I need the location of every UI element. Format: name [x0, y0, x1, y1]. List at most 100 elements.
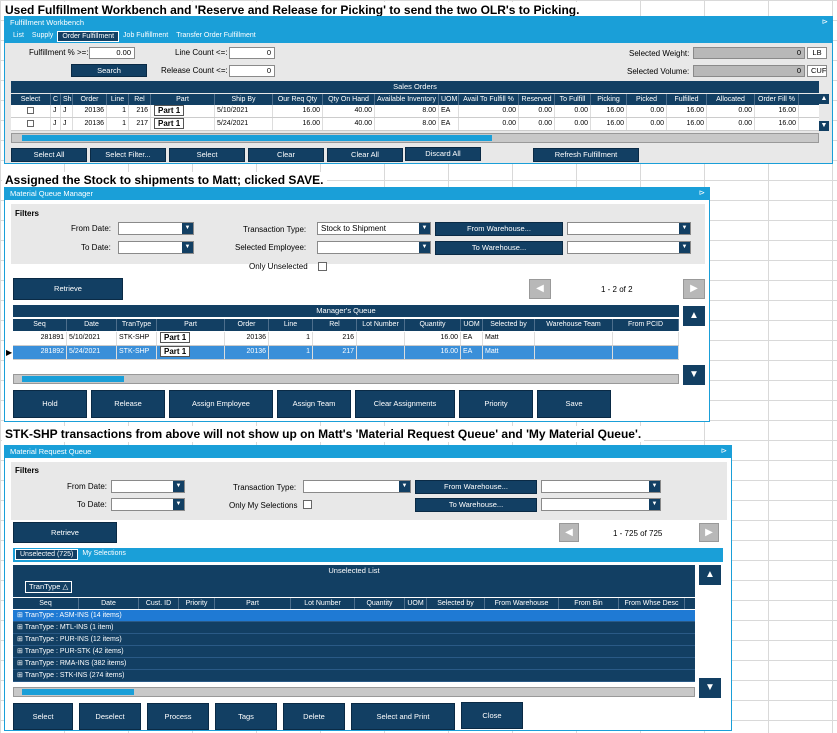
select-button[interactable]: Select: [169, 148, 245, 162]
search-button[interactable]: Search: [71, 64, 147, 77]
queue-row-selected[interactable]: 281892 5/24/2021 STK-SHP Part 1 20136 1 217 1…: [13, 346, 679, 360]
select-and-print-button[interactable]: Select and Print: [351, 703, 455, 730]
queue-row[interactable]: 281891 5/10/2021 STK-SHP Part 1 20136 1 216 1…: [13, 332, 679, 346]
chevron-down-icon[interactable]: ▼: [419, 223, 430, 234]
expand-icon[interactable]: ⊞: [17, 624, 23, 631]
to-date-picker[interactable]: ▼: [111, 498, 185, 511]
group-row[interactable]: ⊞ TranType : MTL-INS (1 item): [13, 622, 695, 634]
group-row[interactable]: ⊞ TranType : STK-INS (274 items): [13, 670, 695, 682]
to-warehouse-button[interactable]: To Warehouse...: [415, 498, 537, 512]
expand-icon[interactable]: ⊞: [17, 648, 23, 655]
assign-employee-button[interactable]: Assign Employee: [169, 390, 273, 418]
tab-unselected[interactable]: Unselected (725): [15, 549, 79, 560]
expand-icon[interactable]: ⊞: [17, 636, 23, 643]
line-count-input[interactable]: 0: [229, 47, 275, 59]
only-unselected-checkbox[interactable]: [318, 262, 327, 271]
select-checkbox[interactable]: [27, 119, 34, 127]
chevron-down-icon[interactable]: ▼: [649, 499, 660, 510]
retrieve-button[interactable]: Retrieve: [13, 278, 123, 300]
select-checkbox[interactable]: [27, 106, 34, 114]
transaction-type-select[interactable]: ▼: [303, 480, 411, 493]
next-page-button[interactable]: ▶: [683, 279, 705, 299]
caption-2: Assigned the Stock to shipments to Matt;…: [2, 172, 327, 188]
tab-order-fulfillment[interactable]: Order Fulfillment: [57, 31, 120, 42]
expand-icon[interactable]: ⊞: [17, 672, 23, 679]
clear-assignments-button[interactable]: Clear Assignments: [355, 390, 455, 418]
release-button[interactable]: Release: [91, 390, 165, 418]
tab-transfer-order-fulfillment[interactable]: Transfer Order Fulfillment: [172, 31, 259, 42]
scroll-down-icon[interactable]: ▼: [683, 365, 705, 385]
queue-horizontal-scrollbar[interactable]: [13, 374, 679, 384]
only-my-selections-checkbox[interactable]: [303, 500, 312, 509]
chevron-down-icon[interactable]: ▼: [173, 499, 184, 510]
tab-job-fulfillment[interactable]: Job Fulfillment: [119, 31, 172, 42]
group-chip-trantype[interactable]: TranType △: [25, 581, 73, 593]
selected-employee-select[interactable]: ▼: [317, 241, 431, 254]
pin-icon[interactable]: ⊳: [822, 17, 828, 27]
group-row[interactable]: ⊞ TranType : PUR-STK (42 items): [13, 646, 695, 658]
hold-button[interactable]: Hold: [13, 390, 87, 418]
previous-page-button[interactable]: ◀: [529, 279, 551, 299]
pin-icon[interactable]: ⊳: [721, 446, 727, 456]
release-count-input[interactable]: 0: [229, 65, 275, 77]
scroll-up-icon[interactable]: ▲: [819, 94, 829, 104]
to-warehouse-button[interactable]: To Warehouse...: [435, 241, 563, 255]
selected-volume-label: Selected Volume:: [627, 67, 690, 76]
unselected-list-horizontal-scrollbar[interactable]: [13, 687, 695, 697]
pin-icon[interactable]: ⊳: [699, 188, 705, 198]
transaction-type-select[interactable]: Stock to Shipment ▼: [317, 222, 431, 235]
fulfillment-pct-input[interactable]: 0.00: [89, 47, 135, 59]
from-warehouse-select[interactable]: ▼: [567, 222, 691, 235]
chevron-down-icon[interactable]: ▼: [399, 481, 410, 492]
expand-icon[interactable]: ⊞: [17, 612, 23, 619]
process-button[interactable]: Process: [147, 703, 209, 730]
tab-supply[interactable]: Supply: [28, 31, 57, 42]
chevron-down-icon[interactable]: ▼: [679, 223, 690, 234]
chevron-down-icon[interactable]: ▼: [419, 242, 430, 253]
clear-button[interactable]: Clear: [248, 148, 324, 162]
retrieve-button[interactable]: Retrieve: [13, 522, 117, 543]
clear-all-button[interactable]: Clear All: [327, 148, 403, 162]
assign-team-button[interactable]: Assign Team: [277, 390, 351, 418]
save-button[interactable]: Save: [537, 390, 611, 418]
from-warehouse-select[interactable]: ▼: [541, 480, 661, 493]
tab-list[interactable]: List: [9, 31, 28, 42]
refresh-fulfillment-button[interactable]: Refresh Fulfillment: [533, 148, 639, 162]
chevron-down-icon[interactable]: ▼: [173, 481, 184, 492]
chevron-down-icon[interactable]: ▼: [649, 481, 660, 492]
scroll-down-icon[interactable]: ▼: [819, 121, 829, 131]
scroll-up-icon[interactable]: ▲: [699, 565, 721, 585]
chevron-down-icon[interactable]: ▼: [182, 242, 193, 253]
group-row[interactable]: ⊞ TranType : RMA-INS (382 items): [13, 658, 695, 670]
scroll-down-icon[interactable]: ▼: [699, 678, 721, 698]
chevron-left-icon: ◀: [536, 283, 544, 294]
sales-order-row[interactable]: JJ 20136 1 217 Part 1 5/24/2021 16.00 40.00 8…: [11, 118, 819, 131]
deselect-button[interactable]: Deselect: [79, 703, 141, 730]
expand-icon[interactable]: ⊞: [17, 660, 23, 667]
from-date-picker[interactable]: ▼: [118, 222, 194, 235]
sales-orders-horizontal-scrollbar[interactable]: [11, 133, 819, 143]
discard-all-button[interactable]: Discard All: [405, 147, 481, 161]
next-page-button[interactable]: ▶: [699, 523, 719, 542]
select-all-button[interactable]: Select All: [11, 148, 87, 162]
scroll-up-icon[interactable]: ▲: [683, 306, 705, 326]
select-button[interactable]: Select: [13, 703, 73, 730]
from-date-picker[interactable]: ▼: [111, 480, 185, 493]
to-warehouse-select[interactable]: ▼: [541, 498, 661, 511]
from-warehouse-button[interactable]: From Warehouse...: [435, 222, 563, 236]
sales-order-row[interactable]: JJ 20136 1 216 Part 1 5/10/2021 16.00 40.00 8…: [11, 105, 819, 118]
chevron-down-icon[interactable]: ▼: [182, 223, 193, 234]
group-row[interactable]: ⊞ TranType : PUR-INS (12 items): [13, 634, 695, 646]
previous-page-button[interactable]: ◀: [559, 523, 579, 542]
chevron-down-icon[interactable]: ▼: [679, 242, 690, 253]
from-warehouse-button[interactable]: From Warehouse...: [415, 480, 537, 494]
select-filter-button[interactable]: Select Filter...: [90, 148, 166, 162]
tab-my-selections[interactable]: My Selections: [78, 549, 130, 560]
priority-button[interactable]: Priority: [459, 390, 533, 418]
group-row[interactable]: ⊞ TranType : ASM-INS (14 items): [13, 610, 695, 622]
tags-button[interactable]: Tags: [215, 703, 277, 730]
to-date-picker[interactable]: ▼: [118, 241, 194, 254]
delete-button[interactable]: Delete: [283, 703, 345, 730]
close-button[interactable]: Close: [461, 702, 523, 729]
to-warehouse-select[interactable]: ▼: [567, 241, 691, 254]
